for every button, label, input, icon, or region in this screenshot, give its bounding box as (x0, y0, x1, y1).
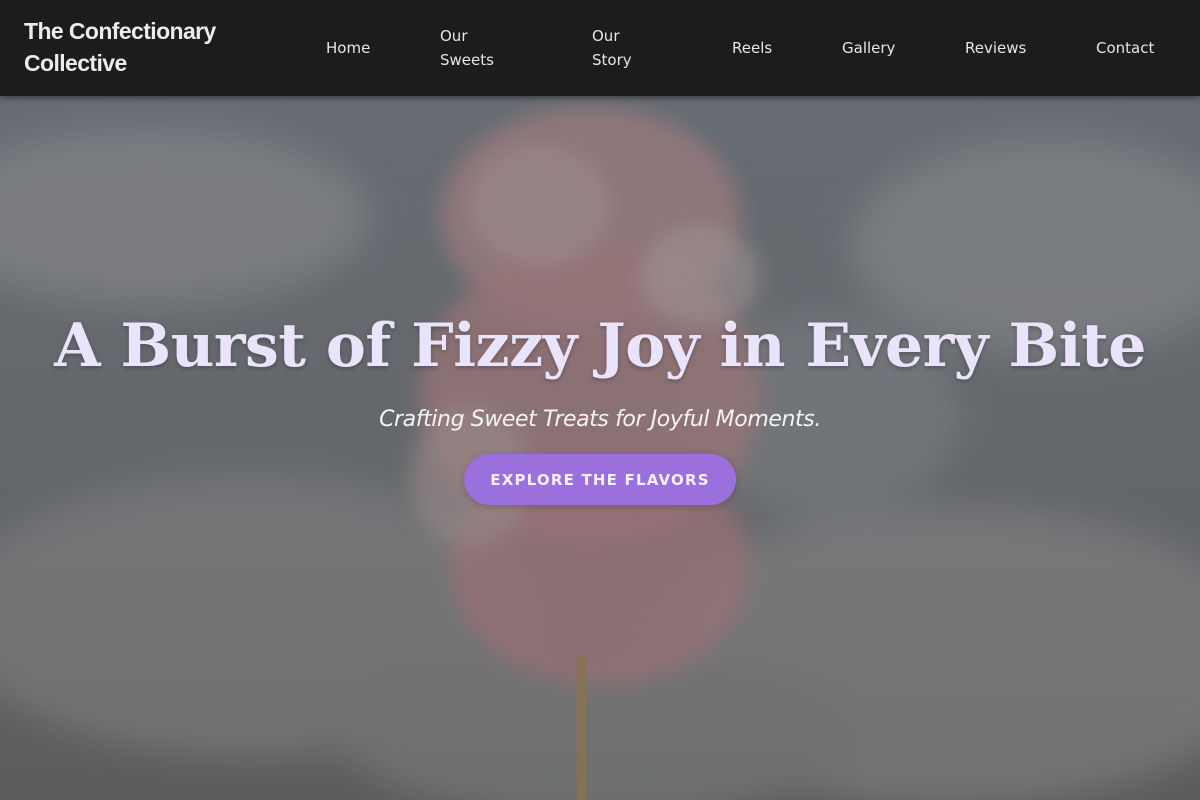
nav-link-our-story[interactable]: Our Story (592, 24, 632, 72)
nav-link-reviews[interactable]: Reviews (965, 36, 1026, 60)
hero-section: A Burst of Fizzy Joy in Every Bite Craft… (0, 96, 1200, 800)
nav-link-our-sweets-line-2: Sweets (440, 51, 494, 69)
hero-title: A Burst of Fizzy Joy in Every Bite (54, 311, 1146, 381)
nav-link-gallery[interactable]: Gallery (842, 36, 895, 60)
nav-link-home[interactable]: Home (326, 36, 370, 60)
hero-content: A Burst of Fizzy Joy in Every Bite Craft… (0, 96, 1200, 800)
nav-link-our-story-line-2: Story (592, 51, 632, 69)
brand-logo[interactable]: The Confectionary Collective (24, 15, 234, 79)
nav-link-our-sweets-line-1: Our (440, 27, 468, 45)
nav-link-reels[interactable]: Reels (732, 36, 772, 60)
brand-line-2: Collective (24, 50, 127, 76)
explore-flavors-button[interactable]: EXPLORE THE FLAVORS (464, 454, 736, 505)
nav-link-contact[interactable]: Contact (1096, 36, 1154, 60)
hero-subtitle: Crafting Sweet Treats for Joyful Moments… (379, 407, 821, 432)
nav-link-our-sweets[interactable]: Our Sweets (440, 24, 494, 72)
nav-link-our-story-line-1: Our (592, 27, 620, 45)
top-navbar: The Confectionary Collective Home Our Sw… (0, 0, 1200, 96)
brand-line-1: The Confectionary (24, 18, 216, 44)
